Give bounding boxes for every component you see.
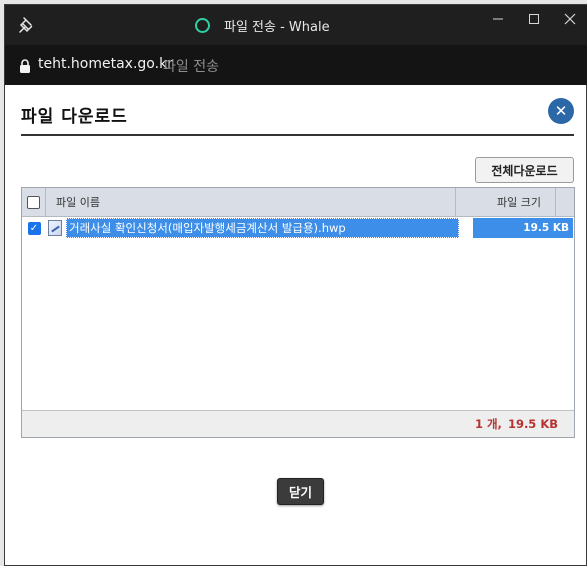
maximize-button[interactable] bbox=[516, 5, 552, 33]
window-controls bbox=[480, 5, 587, 33]
column-header-size[interactable]: 파일 크기 bbox=[456, 188, 556, 216]
total-size: 19.5 KB bbox=[507, 417, 558, 431]
title-bar: 파일 전송 - Whale bbox=[5, 5, 587, 45]
close-button[interactable]: 닫기 bbox=[277, 478, 324, 505]
file-name[interactable]: 거래사실 확인신청서(매입자발행세금계산서 발급용).hwp bbox=[66, 218, 459, 238]
lock-icon bbox=[19, 58, 31, 73]
address-bar: teht.hometax.go.kr 파일 전송 bbox=[5, 45, 587, 85]
minimize-button[interactable] bbox=[480, 5, 516, 33]
file-grid: 파일 이름 파일 크기 ✓ 거래사실 확인신청서(매입자발행세금계산서 발급용)… bbox=[21, 187, 575, 438]
title-divider bbox=[21, 134, 574, 136]
url-page-title: 파일 전송 bbox=[163, 59, 219, 75]
window-title: 파일 전송 - Whale bbox=[224, 19, 330, 35]
table-row[interactable]: ✓ 거래사실 확인신청서(매입자발행세금계산서 발급용).hwp 19.5 KB bbox=[22, 218, 574, 238]
download-all-button[interactable]: 전체다운로드 bbox=[475, 157, 574, 183]
popup-window: 파일 전송 - Whale teht.hometax.go.kr 파일 전송 파… bbox=[4, 4, 587, 566]
minimize-icon bbox=[493, 18, 503, 20]
file-count: 1 개, bbox=[474, 417, 502, 431]
file-size: 19.5 KB bbox=[473, 218, 573, 238]
row-checkbox-cell: ✓ bbox=[22, 218, 46, 238]
pin-icon[interactable] bbox=[17, 15, 37, 35]
grid-header: 파일 이름 파일 크기 bbox=[22, 188, 574, 217]
column-header-name[interactable]: 파일 이름 bbox=[46, 188, 456, 216]
header-select-all bbox=[22, 188, 46, 216]
hwp-file-icon bbox=[48, 220, 62, 236]
row-checkbox[interactable]: ✓ bbox=[27, 221, 41, 235]
window-title-group: 파일 전송 - Whale bbox=[195, 15, 330, 35]
loading-icon bbox=[195, 17, 210, 33]
grid-footer: 1 개, 19.5 KB bbox=[22, 410, 574, 437]
url-domain[interactable]: teht.hometax.go.kr bbox=[38, 56, 173, 72]
close-icon bbox=[564, 13, 576, 25]
dialog-title: 파일 다운로드 bbox=[21, 107, 128, 127]
select-all-checkbox[interactable] bbox=[27, 195, 40, 209]
maximize-icon bbox=[529, 14, 539, 24]
dialog-close-icon[interactable]: ✕ bbox=[548, 98, 574, 124]
window-close-button[interactable] bbox=[552, 5, 587, 33]
